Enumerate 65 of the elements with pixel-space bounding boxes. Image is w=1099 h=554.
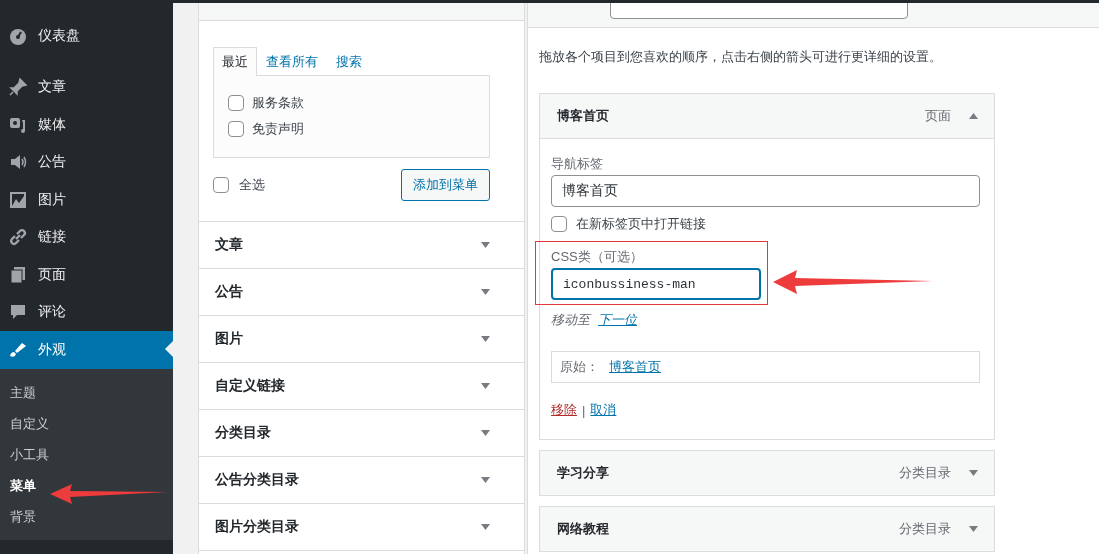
- tab[interactable]: 最近: [213, 47, 257, 76]
- section-title[interactable]: 图片分类目录: [215, 518, 299, 536]
- tab[interactable]: 查看所有: [257, 47, 327, 76]
- menu-item-icon: [8, 189, 28, 210]
- section-title[interactable]: 公告: [215, 283, 243, 301]
- checkbox[interactable]: [551, 216, 567, 232]
- expand-arrow-icon[interactable]: [481, 242, 490, 248]
- move-next-link[interactable]: 下一位: [598, 311, 637, 329]
- submenu-item[interactable]: 小工具: [0, 438, 173, 470]
- instructions-text: 拖放各个项目到您喜欢的顺序，点击右侧的箭头可进行更详细的设置。: [539, 48, 943, 66]
- sidebar-item[interactable]: 链接: [0, 218, 173, 256]
- expand-arrow-icon[interactable]: [481, 289, 490, 295]
- sidebar-item[interactable]: 文章: [0, 68, 173, 106]
- field-label: 导航标签: [551, 155, 604, 173]
- section-title[interactable]: 自定义链接: [215, 377, 285, 395]
- add-to-menu-button[interactable]: 添加到菜单: [401, 169, 490, 201]
- expand-arrow-icon[interactable]: [481, 477, 490, 483]
- sidebar-item[interactable]: 公告: [0, 143, 173, 181]
- sidebar-item[interactable]: 媒体: [0, 106, 173, 144]
- checkbox[interactable]: [228, 95, 244, 111]
- menu-item-icon: [8, 264, 28, 285]
- tab[interactable]: 搜索: [327, 47, 371, 76]
- cancel-link[interactable]: 取消: [590, 401, 617, 419]
- section-title[interactable]: 分类目录: [215, 424, 271, 442]
- sidebar-item[interactable]: 评论: [0, 293, 173, 331]
- item-type: 分类目录: [899, 520, 951, 538]
- sidebar-item[interactable]: 页面: [0, 256, 173, 294]
- expand-arrow-icon[interactable]: [481, 336, 490, 342]
- remove-link[interactable]: 移除: [551, 401, 577, 419]
- sidebar-item[interactable]: 仪表盘: [0, 17, 173, 55]
- sidebar-item[interactable]: 图片: [0, 181, 173, 219]
- submenu-item[interactable]: 菜单: [0, 469, 173, 501]
- checkbox-label: 服务条款: [252, 94, 304, 112]
- checkbox[interactable]: [213, 177, 229, 193]
- expand-arrow-icon[interactable]: [969, 470, 978, 476]
- checkbox-label: 全选: [239, 176, 265, 194]
- section-title[interactable]: 图片: [215, 330, 243, 348]
- submenu-item[interactable]: 背景: [0, 500, 173, 532]
- menu-item-title[interactable]: 网络教程: [557, 520, 899, 538]
- submenu-item[interactable]: 主题: [0, 376, 173, 408]
- move-label: 移动至: [551, 311, 590, 329]
- sidebar-item[interactable]: 外观: [0, 331, 173, 369]
- css-class-field[interactable]: iconbussiness-man: [551, 268, 761, 300]
- checkbox-label: 在新标签页中打开链接: [576, 215, 706, 233]
- expand-arrow-icon[interactable]: [969, 526, 978, 532]
- section-title[interactable]: 文章: [215, 236, 243, 254]
- original-label: 原始：: [560, 358, 599, 376]
- collapse-arrow-icon[interactable]: [969, 113, 978, 119]
- submenu-item[interactable]: 自定义: [0, 407, 173, 439]
- separator-text: |: [582, 402, 586, 418]
- checkbox-label: 免责声明: [252, 120, 304, 138]
- expand-arrow-icon[interactable]: [481, 383, 490, 389]
- menu-item-title[interactable]: 博客首页: [557, 107, 925, 125]
- item-type: 页面: [925, 107, 951, 125]
- item-type: 分类目录: [899, 464, 951, 482]
- navigation-label-field[interactable]: 博客首页: [551, 175, 980, 207]
- original-link[interactable]: 博客首页: [609, 358, 661, 376]
- menu-item-title[interactable]: 学习分享: [557, 464, 899, 482]
- expand-arrow-icon[interactable]: [481, 430, 490, 436]
- expand-arrow-icon[interactable]: [481, 524, 490, 530]
- field-label: CSS类（可选）: [551, 248, 644, 266]
- checkbox[interactable]: [228, 121, 244, 137]
- menu-item-icon: [8, 227, 28, 248]
- menu-item-icon: [8, 77, 28, 98]
- section-title[interactable]: 公告分类目录: [215, 471, 299, 489]
